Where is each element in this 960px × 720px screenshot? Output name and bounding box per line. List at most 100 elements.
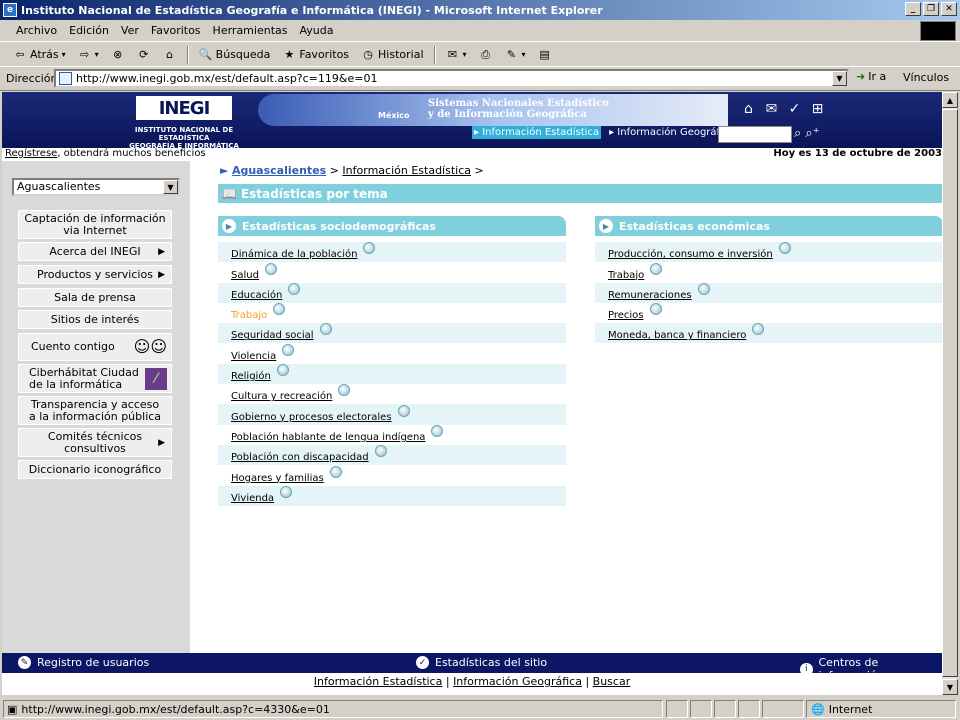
link-info-geografica[interactable]: Información Geográfica bbox=[453, 675, 582, 688]
sub-header: Regístrese, obtendrá muchos beneficios H… bbox=[2, 148, 942, 161]
menu-ayuda[interactable]: Ayuda bbox=[293, 24, 339, 37]
menu-edicion[interactable]: Edición bbox=[63, 24, 115, 37]
address-dropdown-button[interactable]: ▼ bbox=[832, 71, 847, 86]
search-button[interactable]: 🔍 Búsqueda bbox=[194, 45, 276, 65]
register-link[interactable]: Regístrese bbox=[5, 148, 57, 159]
menu-diccionario[interactable]: Diccionario iconográfico bbox=[18, 460, 172, 479]
list-item[interactable]: Religión bbox=[218, 363, 566, 385]
link-info-estadistica[interactable]: Información Estadística bbox=[314, 675, 443, 688]
list-item[interactable]: Trabajo bbox=[595, 262, 942, 282]
menu-ciberhabitat[interactable]: Ciberhábitat Ciudad de la informática ⁄ bbox=[18, 364, 172, 393]
list-item[interactable]: Vivienda bbox=[218, 485, 566, 506]
breadcrumb-section[interactable]: Información Estadística bbox=[342, 164, 471, 177]
nav-info-geografica[interactable]: ▸ Información Geográfica bbox=[609, 127, 734, 138]
go-arrow-icon: ➜ bbox=[856, 70, 866, 83]
list-item[interactable]: Educación bbox=[218, 282, 566, 303]
sne-banner: México Sistemas Nacionales Estadístico y … bbox=[258, 94, 728, 126]
inegi-logo[interactable]: INEGI bbox=[136, 96, 232, 120]
mail-button[interactable]: ✉ ▾ bbox=[441, 45, 472, 65]
minimize-button[interactable]: _ bbox=[905, 2, 921, 16]
search-icon: 🔍 bbox=[198, 48, 213, 61]
breadcrumb-state[interactable]: Aguascalientes bbox=[232, 164, 326, 177]
list-item[interactable]: Hogares y familias bbox=[218, 465, 566, 485]
sitemap-icon[interactable]: ⊞ bbox=[809, 100, 826, 117]
page-icon bbox=[59, 72, 72, 85]
home-button[interactable]: ⌂ bbox=[158, 45, 182, 65]
maximize-button[interactable]: ❐ bbox=[923, 2, 939, 16]
inegi-subtitle: INSTITUTO NACIONAL DE ESTADÍSTICA GEOGRAF… bbox=[129, 126, 239, 150]
refresh-button[interactable]: ⟳ bbox=[132, 45, 156, 65]
mail-icon: ✉ bbox=[447, 48, 458, 61]
print-button[interactable]: ⎙ bbox=[474, 45, 498, 65]
arrow-bullet-icon bbox=[282, 343, 295, 356]
scroll-up-button[interactable]: ▲ bbox=[942, 92, 958, 108]
list-item[interactable]: Moneda, banca y financiero bbox=[595, 323, 942, 344]
go-button[interactable]: ➜ Ir a bbox=[856, 70, 886, 83]
back-button[interactable]: ⇦ Atrás ▾ bbox=[8, 45, 71, 65]
list-item[interactable]: Producción, consumo e inversión bbox=[595, 242, 942, 263]
list-item[interactable]: Precios bbox=[595, 303, 942, 323]
chart-icon: ✓ bbox=[416, 656, 429, 669]
list-item[interactable]: Cultura y recreación bbox=[218, 384, 566, 404]
edit-button[interactable]: ✎ ▾ bbox=[500, 45, 531, 65]
home-icon[interactable]: ⌂ bbox=[740, 100, 757, 117]
arrow-circle-icon: ▶ bbox=[222, 219, 236, 233]
globe-icon: 🌐 bbox=[811, 702, 825, 716]
favorites-button[interactable]: ★ Favoritos bbox=[277, 45, 354, 65]
pencil-icon: ✎ bbox=[18, 656, 31, 669]
menu-comites[interactable]: Comités técnicos consultivos ▶ bbox=[18, 428, 172, 457]
header-nav: ▸ Información Estadística ▸ Información … bbox=[472, 126, 734, 139]
list-item[interactable]: Población hablante de lengua indígena bbox=[218, 424, 566, 445]
arrow-bullet-icon bbox=[650, 262, 663, 275]
menu-captacion[interactable]: Captación de información via Internet bbox=[18, 210, 172, 239]
list-item[interactable]: Remuneraciones bbox=[595, 282, 942, 303]
page-viewport: INEGI INSTITUTO NACIONAL DE ESTADÍSTICA G… bbox=[2, 92, 942, 695]
arrow-bullet-icon bbox=[374, 445, 387, 458]
vertical-scrollbar[interactable]: ▲ ▼ bbox=[942, 92, 958, 695]
address-input[interactable]: http://www.inegi.gob.mx/est/default.asp?… bbox=[54, 69, 849, 88]
list-item[interactable]: Violencia bbox=[218, 343, 566, 363]
links-button[interactable]: Vínculos bbox=[903, 71, 949, 84]
arrow-right-icon: ▶ bbox=[158, 269, 165, 280]
search-icon[interactable]: ⌕ bbox=[794, 126, 801, 141]
header-search-input[interactable] bbox=[718, 126, 792, 143]
menu-sala-prensa[interactable]: Sala de prensa bbox=[18, 288, 172, 307]
menu-herramientas[interactable]: Herramientas bbox=[207, 24, 294, 37]
list-item[interactable]: Seguridad social bbox=[218, 323, 566, 344]
mail-icon[interactable]: ✉ bbox=[763, 100, 780, 117]
check-icon[interactable]: ✓ bbox=[786, 100, 803, 117]
status-bar: ▣ http://www.inegi.gob.mx/est/default.asp… bbox=[0, 698, 960, 720]
forward-button[interactable]: ⇨ ▾ bbox=[73, 45, 104, 65]
footer-stats[interactable]: ✓ Estadísticas del sitio bbox=[416, 656, 547, 669]
advanced-search-icon[interactable]: ⌕⁺ bbox=[805, 126, 819, 141]
link-buscar[interactable]: Buscar bbox=[593, 675, 631, 688]
state-select[interactable]: Aguascalientes ▼ bbox=[12, 178, 180, 196]
arrow-bullet-icon bbox=[273, 303, 286, 316]
menu-ver[interactable]: Ver bbox=[115, 24, 145, 37]
page-icon: ▣ bbox=[7, 702, 18, 716]
history-button[interactable]: ◷ Historial bbox=[356, 45, 428, 65]
list-item[interactable]: Trabajo bbox=[218, 303, 566, 323]
footer-register[interactable]: ✎ Registro de usuarios bbox=[18, 656, 149, 669]
list-item[interactable]: Población con discapacidad bbox=[218, 444, 566, 466]
left-sidebar: Aguascalientes ▼ Captación de información… bbox=[2, 161, 190, 661]
list-item[interactable]: Dinámica de la población bbox=[218, 242, 566, 263]
menu-cuento-contigo[interactable]: Cuento contigo ☺☺ bbox=[18, 333, 172, 361]
list-item[interactable]: Salud bbox=[218, 262, 566, 282]
close-button[interactable]: ✕ bbox=[941, 2, 957, 16]
menu-sitios[interactable]: Sitios de interés bbox=[18, 310, 172, 329]
menu-archivo[interactable]: Archivo bbox=[10, 24, 63, 37]
list-item[interactable]: Gobierno y procesos electorales bbox=[218, 404, 566, 425]
scroll-thumb[interactable] bbox=[942, 109, 958, 677]
scroll-down-button[interactable]: ▼ bbox=[942, 679, 958, 695]
menu-favoritos[interactable]: Favoritos bbox=[145, 24, 207, 37]
menu-productos[interactable]: Productos y servicios ▶ bbox=[18, 265, 172, 284]
menu-transparencia[interactable]: Transparencia y acceso a la información … bbox=[18, 396, 172, 425]
arrow-bullet-icon bbox=[338, 384, 351, 397]
nav-info-estadistica[interactable]: ▸ Información Estadística bbox=[472, 126, 602, 139]
menu-acerca[interactable]: Acerca del INEGI ▶ bbox=[18, 242, 172, 261]
stop-button[interactable]: ⊗ bbox=[106, 45, 130, 65]
chevron-down-icon: ▼ bbox=[163, 180, 178, 194]
back-arrow-icon: ⇦ bbox=[15, 48, 25, 61]
discuss-button[interactable]: ▤ bbox=[533, 45, 557, 65]
